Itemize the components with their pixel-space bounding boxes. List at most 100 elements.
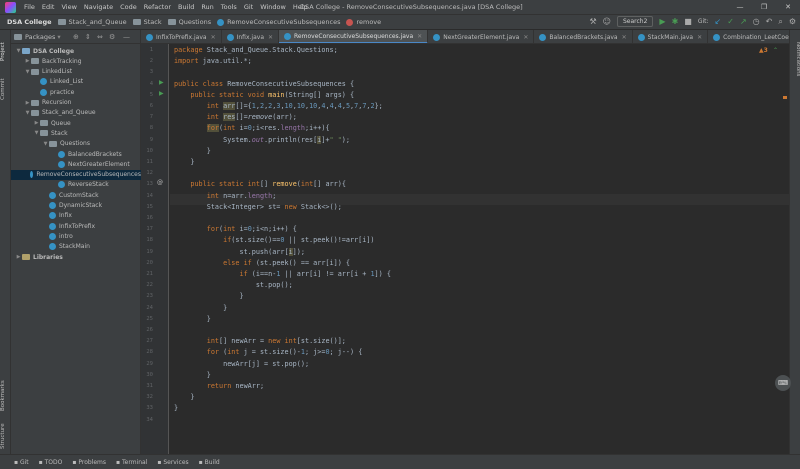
line-number[interactable]: 12 bbox=[141, 168, 153, 179]
tree-item[interactable]: BalancedBrackets bbox=[11, 149, 141, 159]
run-configuration-select[interactable]: Search2 bbox=[616, 16, 654, 27]
line-number[interactable]: 28 bbox=[141, 347, 153, 358]
stop-icon[interactable]: ■ bbox=[684, 17, 692, 26]
line-number[interactable]: 24 bbox=[141, 303, 153, 314]
close-tab-icon[interactable]: ✕ bbox=[417, 33, 422, 40]
line-number[interactable]: 4 bbox=[141, 79, 153, 90]
tree-item[interactable]: ▶ Queue bbox=[11, 118, 141, 128]
editor-tab[interactable]: RemoveConsecutiveSubsequences.java ✕ bbox=[279, 30, 429, 43]
editor-tab[interactable]: Combination_LeetCoe.java✕ bbox=[708, 30, 789, 43]
line-number[interactable]: 30 bbox=[141, 370, 153, 381]
close-tab-icon[interactable]: ✕ bbox=[211, 34, 216, 41]
tree-item[interactable]: ▶ BackTracking bbox=[11, 56, 141, 66]
close-tab-icon[interactable]: ✕ bbox=[523, 34, 528, 41]
settings-gear-icon[interactable]: ⚙ bbox=[789, 17, 796, 26]
line-number[interactable]: 31 bbox=[141, 381, 153, 392]
menu-navigate[interactable]: Navigate bbox=[84, 3, 113, 11]
close-tab-icon[interactable]: ✕ bbox=[268, 34, 273, 41]
tool-window-terminal[interactable]: ▪ Terminal bbox=[116, 459, 147, 466]
rollback-icon[interactable]: ↶ bbox=[766, 17, 773, 26]
git-push-icon[interactable]: ↗ bbox=[740, 17, 747, 26]
tree-item[interactable]: InfixToPrefix bbox=[11, 221, 141, 231]
close-tab-icon[interactable]: ✕ bbox=[697, 34, 702, 41]
breadcrumb-class[interactable]: RemoveConsecutiveSubsequences bbox=[214, 18, 343, 26]
line-number[interactable]: 3 bbox=[141, 67, 153, 78]
line-number[interactable]: 2 bbox=[141, 56, 153, 67]
chevron-down-icon[interactable]: ▼ bbox=[15, 48, 22, 54]
tool-window-todo[interactable]: ▪ TODO bbox=[39, 459, 63, 466]
tree-item[interactable]: Linked_List bbox=[11, 77, 141, 87]
tree-item[interactable]: NextGreaterElement bbox=[11, 159, 141, 169]
menu-build[interactable]: Build bbox=[178, 3, 194, 11]
run-class-icon[interactable]: ▶ bbox=[159, 79, 164, 86]
line-number[interactable]: 16 bbox=[141, 213, 153, 224]
chevron-down-icon[interactable]: ▼ bbox=[42, 141, 49, 147]
tree-item[interactable]: ▼ Stack bbox=[11, 128, 141, 138]
editor-tab[interactable]: InfixToPrefix.java ✕ bbox=[141, 30, 222, 43]
line-number[interactable]: 34 bbox=[141, 415, 153, 426]
chevron-down-icon[interactable]: ▾ bbox=[57, 33, 60, 41]
tool-tab-notifications[interactable]: Notifications bbox=[790, 34, 800, 84]
error-stripe-marker[interactable] bbox=[783, 96, 787, 99]
chevron-right-icon[interactable]: ▶ bbox=[24, 100, 31, 106]
minimize-icon[interactable]: — bbox=[728, 0, 752, 15]
breadcrumb-package-questions[interactable]: Questions bbox=[165, 18, 214, 26]
tree-item[interactable]: ▼ Stack_and_Queue bbox=[11, 108, 141, 118]
user-icon[interactable]: ☺ bbox=[603, 17, 611, 26]
tool-window-services[interactable]: ▪ Services bbox=[157, 459, 188, 466]
line-number[interactable]: 25 bbox=[141, 314, 153, 325]
inspection-warnings[interactable]: ▲3 bbox=[759, 47, 768, 54]
tree-item[interactable]: ▶ Recursion bbox=[11, 98, 141, 108]
breadcrumb-module[interactable]: Stack_and_Queue bbox=[55, 18, 130, 26]
line-number[interactable]: 7 bbox=[141, 112, 153, 123]
tool-tab-structure[interactable]: Structure bbox=[0, 420, 11, 452]
git-commit-icon[interactable]: ✓ bbox=[727, 17, 734, 26]
chevron-right-icon[interactable]: ▶ bbox=[15, 254, 22, 260]
tool-tab-bookmarks[interactable]: Bookmarks bbox=[0, 375, 11, 417]
method-annotation-icon[interactable]: @ bbox=[157, 179, 163, 186]
line-number[interactable]: 27 bbox=[141, 336, 153, 347]
line-number[interactable]: 29 bbox=[141, 359, 153, 370]
breadcrumb-project[interactable]: DSA College bbox=[4, 18, 55, 26]
line-number[interactable]: 20 bbox=[141, 258, 153, 269]
tree-item[interactable]: CustomStack bbox=[11, 190, 141, 200]
tree-item[interactable]: practice bbox=[11, 87, 141, 97]
menu-window[interactable]: Window bbox=[260, 3, 286, 11]
hammer-build-icon[interactable]: ⚒ bbox=[589, 17, 596, 26]
chevron-right-icon[interactable]: ▶ bbox=[33, 120, 40, 126]
menu-git[interactable]: Git bbox=[244, 3, 253, 11]
chevron-down-icon[interactable]: ▼ bbox=[24, 110, 31, 116]
chevron-up-icon[interactable]: ⌃ bbox=[773, 47, 778, 54]
line-number[interactable]: 13 bbox=[141, 179, 153, 190]
line-number[interactable]: 33 bbox=[141, 403, 153, 414]
tool-window-git[interactable]: ▪ Git bbox=[14, 459, 29, 466]
tree-item[interactable]: StackMain bbox=[11, 242, 141, 252]
line-number[interactable]: 21 bbox=[141, 269, 153, 280]
close-icon[interactable]: ✕ bbox=[776, 0, 800, 15]
tree-item[interactable]: Infix bbox=[11, 211, 141, 221]
hide-panel-icon[interactable]: — bbox=[123, 33, 130, 41]
line-number[interactable]: 10 bbox=[141, 146, 153, 157]
search-icon[interactable]: ⌕ bbox=[778, 17, 782, 27]
tree-item[interactable]: ▼ DSA College bbox=[11, 46, 141, 56]
menu-view[interactable]: View bbox=[61, 3, 76, 11]
run-icon[interactable]: ▶ bbox=[659, 17, 665, 26]
menu-code[interactable]: Code bbox=[120, 3, 137, 11]
tool-tab-project[interactable]: Project bbox=[0, 34, 11, 70]
line-number[interactable]: 23 bbox=[141, 291, 153, 302]
line-number[interactable]: 32 bbox=[141, 392, 153, 403]
project-view-selector[interactable]: Packages bbox=[25, 33, 55, 41]
menu-file[interactable]: File bbox=[24, 3, 35, 11]
close-tab-icon[interactable]: ✕ bbox=[622, 34, 627, 41]
history-icon[interactable]: ◷ bbox=[753, 17, 760, 26]
locate-file-icon[interactable]: ⊕ bbox=[73, 33, 79, 41]
line-number[interactable]: 15 bbox=[141, 202, 153, 213]
tool-window-problems[interactable]: ▪ Problems bbox=[72, 459, 106, 466]
tree-item[interactable]: ▼ LinkedList bbox=[11, 67, 141, 77]
line-number[interactable]: 19 bbox=[141, 247, 153, 258]
chevron-down-icon[interactable]: ▼ bbox=[24, 69, 31, 75]
expand-all-icon[interactable]: ⇕ bbox=[85, 33, 91, 41]
menu-tools[interactable]: Tools bbox=[221, 3, 237, 11]
line-number[interactable]: 1 bbox=[141, 45, 153, 56]
breadcrumb-method[interactable]: remove bbox=[343, 18, 384, 26]
